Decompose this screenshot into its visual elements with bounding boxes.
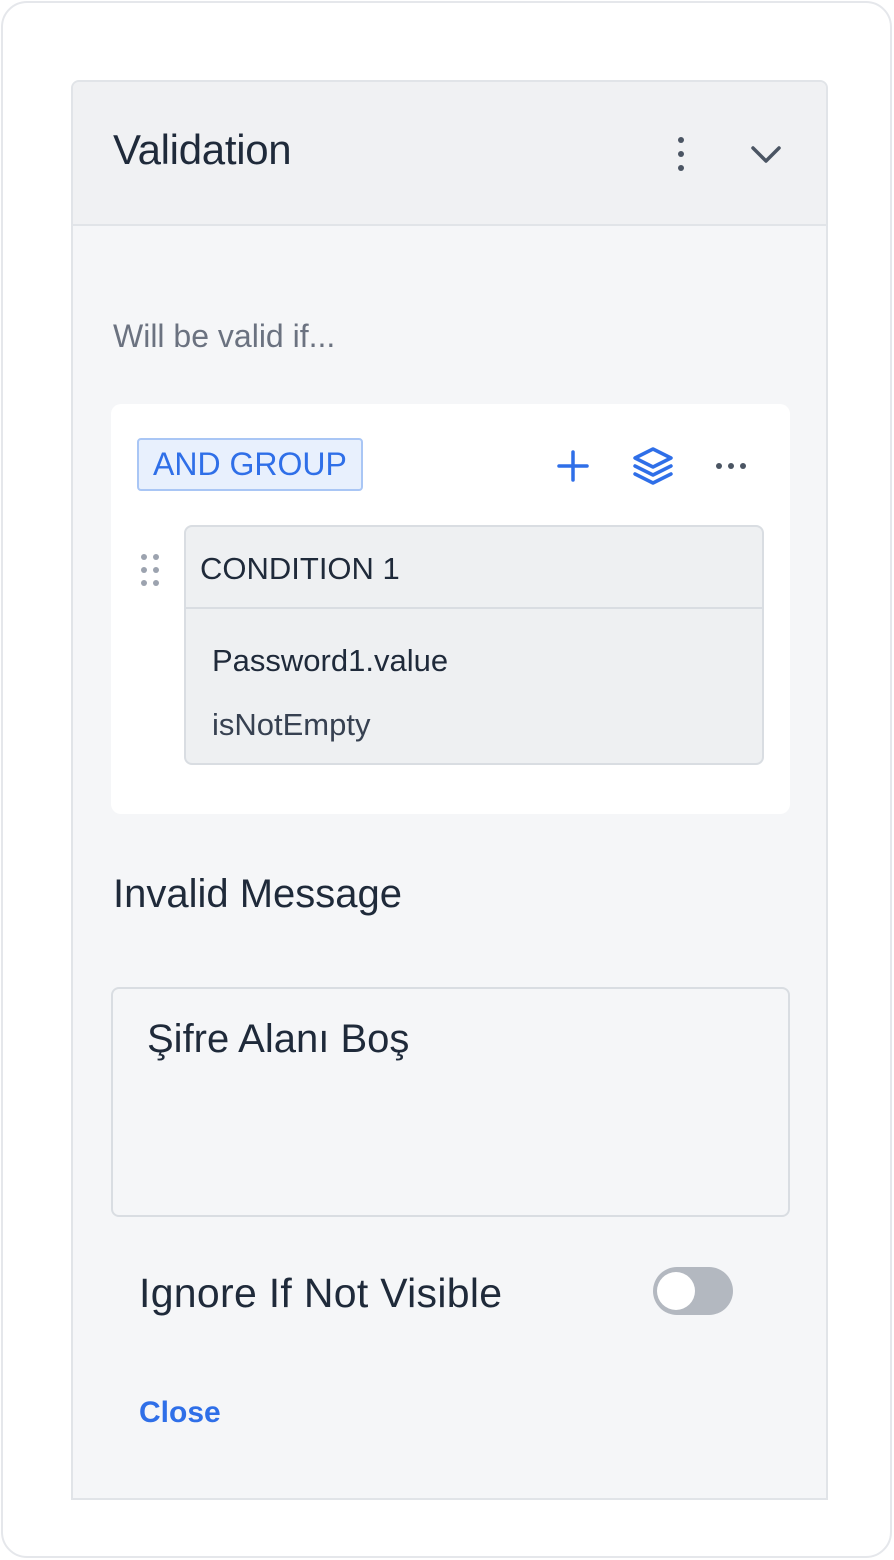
ignore-if-not-visible-label: Ignore If Not Visible	[139, 1270, 503, 1316]
invalid-message-input[interactable]: Şifre Alanı Boş	[111, 987, 790, 1217]
condition-group-card: AND GROUP CONDITION 1 Password1.value is…	[111, 404, 790, 814]
condition-operator: isNotEmpty	[212, 707, 371, 742]
panel-header: Validation	[73, 82, 826, 226]
condition-field: Password1.value	[212, 643, 449, 678]
chevron-down-icon[interactable]	[741, 134, 791, 174]
valid-if-label: Will be valid if...	[113, 318, 336, 354]
toggle-knob	[657, 1272, 695, 1310]
invalid-message-label: Invalid Message	[113, 872, 403, 916]
validation-panel: Validation Will be valid if... AND GROUP	[71, 80, 828, 1500]
condition-title: CONDITION 1	[200, 551, 400, 586]
more-horizontal-icon[interactable]	[711, 448, 751, 484]
plus-icon[interactable]	[553, 446, 593, 486]
outer-frame: Validation Will be valid if... AND GROUP	[1, 1, 892, 1558]
condition-card[interactable]: CONDITION 1 Password1.value isNotEmpty	[184, 525, 764, 765]
panel-title: Validation	[113, 126, 292, 173]
condition-header: CONDITION 1	[186, 527, 762, 609]
ignore-if-not-visible-toggle[interactable]	[653, 1267, 733, 1315]
kebab-menu-icon[interactable]	[663, 132, 699, 176]
and-group-badge[interactable]: AND GROUP	[137, 438, 363, 491]
layers-icon[interactable]	[631, 444, 675, 488]
drag-handle-icon[interactable]	[141, 554, 165, 588]
close-button[interactable]: Close	[139, 1396, 221, 1430]
